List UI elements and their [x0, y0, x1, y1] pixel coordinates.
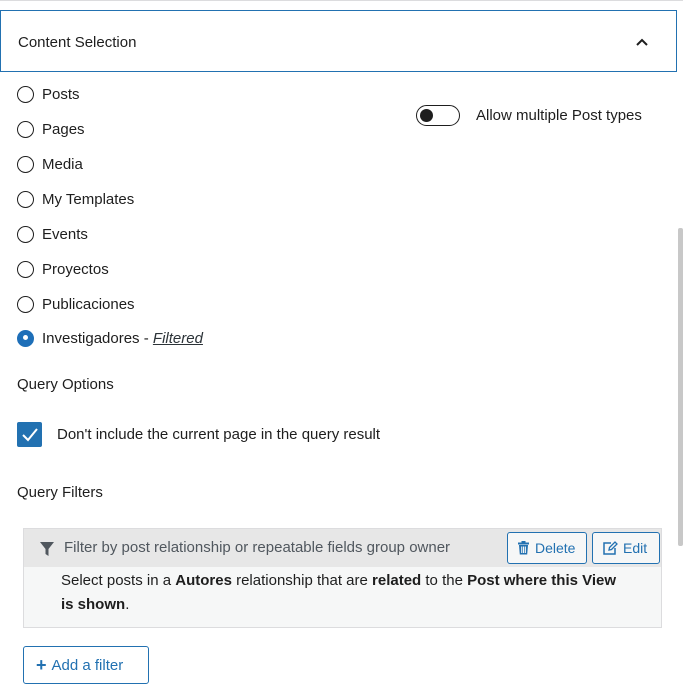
trash-icon [518, 541, 529, 555]
radio-button[interactable] [17, 155, 34, 173]
post-type-label: Investigadores [42, 329, 140, 347]
post-type-option-proyectos[interactable]: Proyectos [17, 258, 109, 280]
edit-filter-button[interactable]: Edit [592, 532, 660, 564]
radio-button-selected[interactable] [17, 329, 34, 347]
desc-text: Select posts in a [61, 572, 176, 589]
radio-button[interactable] [17, 120, 34, 138]
query-filters-heading: Query Filters [17, 484, 103, 501]
post-type-label: Proyectos [42, 260, 109, 278]
add-filter-label: Add a filter [51, 656, 124, 674]
add-filter-button[interactable]: + Add a filter [23, 646, 149, 684]
panel-title: Content Selection [18, 34, 137, 51]
chevron-up-icon[interactable] [634, 34, 650, 50]
radio-button[interactable] [17, 190, 34, 208]
desc-text: . [125, 596, 130, 613]
post-type-option-posts[interactable]: Posts [17, 83, 80, 105]
toggle-knob [420, 108, 433, 122]
post-type-label: Media [42, 155, 83, 173]
post-type-label: Publicaciones [42, 295, 135, 313]
filter-title: Filter by post relationship or repeatabl… [64, 539, 451, 556]
checkmark-icon [21, 427, 38, 441]
allow-multiple-toggle[interactable] [416, 105, 460, 126]
selected-suffix: - [139, 329, 153, 347]
filter-description: Select posts in a Autores relationship t… [61, 569, 621, 617]
post-type-option-my-templates[interactable]: My Templates [17, 188, 134, 210]
radio-button[interactable] [17, 295, 34, 313]
radio-button[interactable] [17, 260, 34, 278]
post-type-option-media[interactable]: Media [17, 153, 83, 175]
plus-icon: + [36, 655, 47, 675]
funnel-filter-icon [40, 542, 54, 556]
desc-relationship-name: Autores [175, 572, 232, 589]
delete-filter-button[interactable]: Delete [507, 532, 587, 564]
filtered-link[interactable]: Filtered [153, 330, 203, 347]
query-filter-card-header: Filter by post relationship or repeatabl… [24, 529, 661, 567]
toggle-label: Allow multiple Post types [476, 107, 642, 124]
top-divider [0, 0, 683, 1]
post-type-option-events[interactable]: Events [17, 223, 88, 245]
desc-related: related [372, 572, 422, 589]
delete-label: Delete [535, 540, 576, 556]
radio-button[interactable] [17, 85, 34, 103]
edit-label: Edit [623, 540, 648, 556]
content-selection-panel-header[interactable]: Content Selection [0, 10, 677, 72]
desc-text: relationship that are [231, 572, 373, 589]
post-type-option-investigadores[interactable]: Investigadores - Filtered [17, 327, 203, 349]
query-options-heading: Query Options [17, 376, 114, 393]
edit-pencil-icon [603, 540, 618, 555]
post-type-label: My Templates [42, 190, 135, 208]
post-type-label: Events [42, 225, 88, 243]
radio-button[interactable] [17, 225, 34, 243]
exclude-current-page-row[interactable]: Don't include the current page in the qu… [17, 422, 380, 447]
allow-multiple-post-types-toggle-row[interactable]: Allow multiple Post types [416, 105, 642, 126]
post-type-option-publicaciones[interactable]: Publicaciones [17, 293, 135, 315]
exclude-current-page-label: Don't include the current page in the qu… [57, 426, 381, 443]
query-filter-card: Filter by post relationship or repeatabl… [23, 528, 662, 628]
post-type-label: Pages [42, 120, 85, 138]
post-type-label: Posts [42, 85, 80, 103]
scrollbar[interactable] [678, 228, 683, 546]
content-selection-page: Content Selection Posts Pages Media My T… [0, 0, 683, 692]
desc-text: to the [421, 572, 468, 589]
exclude-current-page-checkbox[interactable] [17, 422, 42, 447]
post-type-option-pages[interactable]: Pages [17, 118, 85, 140]
